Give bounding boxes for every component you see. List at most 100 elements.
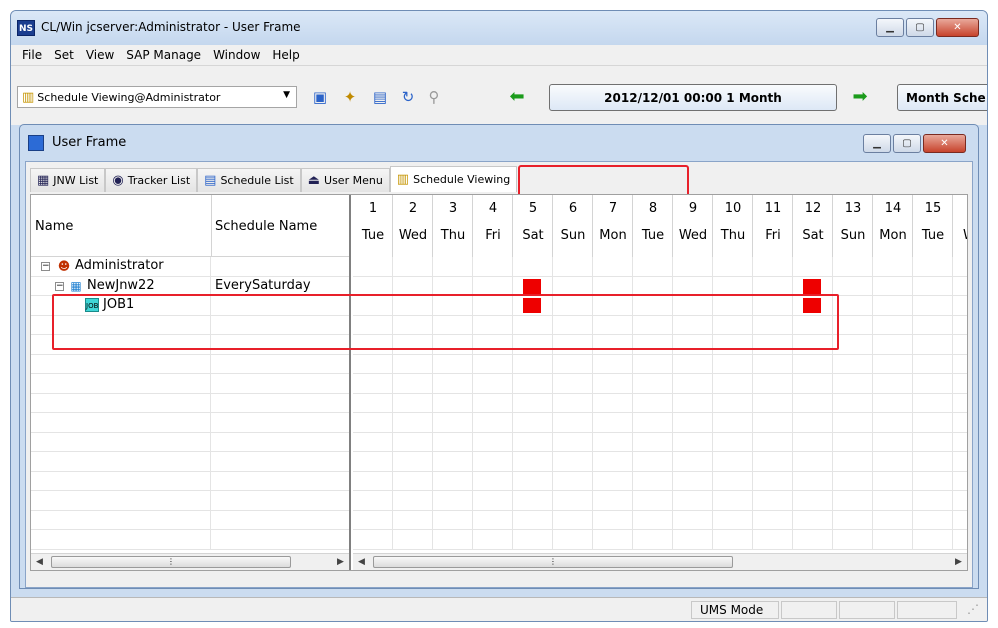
calendar-cell[interactable] [353, 432, 393, 451]
calendar-cell[interactable] [633, 393, 673, 412]
calendar-cell[interactable] [473, 276, 513, 295]
calendar-cell[interactable] [913, 374, 953, 393]
calendar-cell[interactable] [633, 276, 673, 295]
calendar-cell[interactable] [513, 510, 553, 529]
calendar-cell[interactable] [353, 296, 393, 315]
calendar-cell[interactable] [913, 491, 953, 510]
calendar-cell[interactable] [953, 511, 967, 530]
calendar-cell[interactable] [913, 510, 953, 529]
collapse-icon[interactable]: − [55, 281, 64, 291]
list-row-administrator[interactable]: − ☻ Administrator [31, 257, 349, 277]
scroll-right-icon[interactable]: ▶ [332, 554, 349, 570]
calendar-cell[interactable] [833, 413, 873, 432]
calendar-cell[interactable] [713, 374, 753, 393]
calendar-cell[interactable] [833, 296, 873, 315]
calendar-cell[interactable] [353, 393, 393, 412]
calendar-cell[interactable] [793, 354, 833, 373]
calendar-cell[interactable] [473, 432, 513, 451]
calendar-cell[interactable] [553, 510, 593, 529]
calendar-cell[interactable] [873, 413, 913, 432]
calendar-cell[interactable] [633, 374, 673, 393]
tracker-icon[interactable]: ✦ [339, 86, 361, 108]
calendar-cell[interactable] [873, 530, 913, 549]
calendar-cell[interactable] [513, 393, 553, 412]
calendar-cell[interactable] [513, 354, 553, 373]
calendar-cell[interactable] [673, 335, 713, 354]
calendar-cell[interactable] [793, 491, 833, 510]
calendar-cell[interactable] [793, 471, 833, 490]
calendar-cell[interactable] [433, 335, 473, 354]
calendar-cell[interactable] [393, 315, 433, 334]
calendar-cell[interactable] [953, 335, 967, 354]
calendar-cell[interactable] [873, 276, 913, 295]
calendar-cell[interactable] [353, 335, 393, 354]
calendar-cell[interactable] [393, 257, 433, 276]
calendar-cell[interactable] [353, 452, 393, 471]
calendar-cell[interactable] [633, 530, 673, 549]
calendar-cell[interactable] [873, 315, 913, 334]
calendar-cell[interactable] [673, 413, 713, 432]
calendar-cell[interactable] [473, 530, 513, 549]
calendar-cell[interactable] [473, 491, 513, 510]
calendar-cell[interactable] [513, 296, 553, 315]
calendar-cell[interactable] [433, 276, 473, 295]
calendar-cell[interactable] [633, 354, 673, 373]
calendar-cell[interactable] [753, 315, 793, 334]
calendar-cell[interactable] [953, 277, 967, 296]
calendar-cell[interactable] [833, 335, 873, 354]
calendar-cell[interactable] [393, 452, 433, 471]
calendar-cell[interactable] [713, 491, 753, 510]
calendar-cell[interactable] [753, 452, 793, 471]
calendar-cell[interactable] [433, 374, 473, 393]
calendar-cell[interactable] [793, 393, 833, 412]
schedule-combo[interactable]: ▥ Schedule Viewing@Administrator ▼ [17, 86, 297, 108]
calendar-cell[interactable] [753, 296, 793, 315]
resize-grip-icon[interactable]: ⋰ [959, 601, 987, 619]
calendar-cell[interactable] [793, 257, 833, 276]
tab-schedule-list[interactable]: ▤ Schedule List [197, 168, 301, 192]
calendar-cell[interactable] [633, 491, 673, 510]
calendar-cell[interactable] [433, 510, 473, 529]
menu-help[interactable]: Help [266, 48, 305, 62]
binoculars-icon[interactable]: ⚲ [423, 86, 445, 108]
calendar-cell[interactable] [553, 276, 593, 295]
calendar-cell[interactable] [673, 257, 713, 276]
calendar-cell[interactable] [353, 491, 393, 510]
calendar-cell[interactable] [553, 471, 593, 490]
calendar-cell[interactable] [553, 413, 593, 432]
calendar-cell[interactable] [393, 374, 433, 393]
calendar-cell[interactable] [753, 471, 793, 490]
calendar-cell[interactable] [393, 276, 433, 295]
close-button[interactable]: ✕ [936, 18, 979, 37]
calendar-cell[interactable] [433, 452, 473, 471]
calendar-cell[interactable] [593, 432, 633, 451]
calendar-cell[interactable] [793, 374, 833, 393]
calendar-cell[interactable] [913, 471, 953, 490]
calendar-cell[interactable] [633, 452, 673, 471]
next-arrow-icon[interactable]: ➡ [849, 88, 871, 106]
calendar-cell[interactable] [833, 491, 873, 510]
calendar-cell[interactable] [713, 335, 753, 354]
month-schedule-button[interactable]: Month Sche [897, 84, 987, 111]
calendar-cell[interactable] [553, 296, 593, 315]
calendar-cell[interactable] [473, 471, 513, 490]
calendar-cell[interactable] [753, 354, 793, 373]
calendar-cell[interactable] [953, 374, 967, 393]
calendar-cell[interactable] [713, 452, 753, 471]
calendar-cell[interactable] [553, 354, 593, 373]
date-range-button[interactable]: 2012/12/01 00:00 1 Month [549, 84, 837, 111]
calendar-cell[interactable] [513, 491, 553, 510]
calendar-cell[interactable] [393, 510, 433, 529]
calendar-cell[interactable] [713, 510, 753, 529]
calendar-cell[interactable] [873, 491, 913, 510]
calendar-cell[interactable] [673, 530, 713, 549]
calendar-cell[interactable] [433, 315, 473, 334]
calendar-cell[interactable] [833, 257, 873, 276]
calendar-cell[interactable] [353, 257, 393, 276]
calendar-cell[interactable] [353, 510, 393, 529]
scroll-thumb[interactable]: ⋮ [51, 556, 291, 568]
calendar-cell[interactable] [833, 315, 873, 334]
calendar-cell[interactable] [713, 257, 753, 276]
calendar-cell[interactable] [633, 471, 673, 490]
calendar-cell[interactable] [553, 335, 593, 354]
